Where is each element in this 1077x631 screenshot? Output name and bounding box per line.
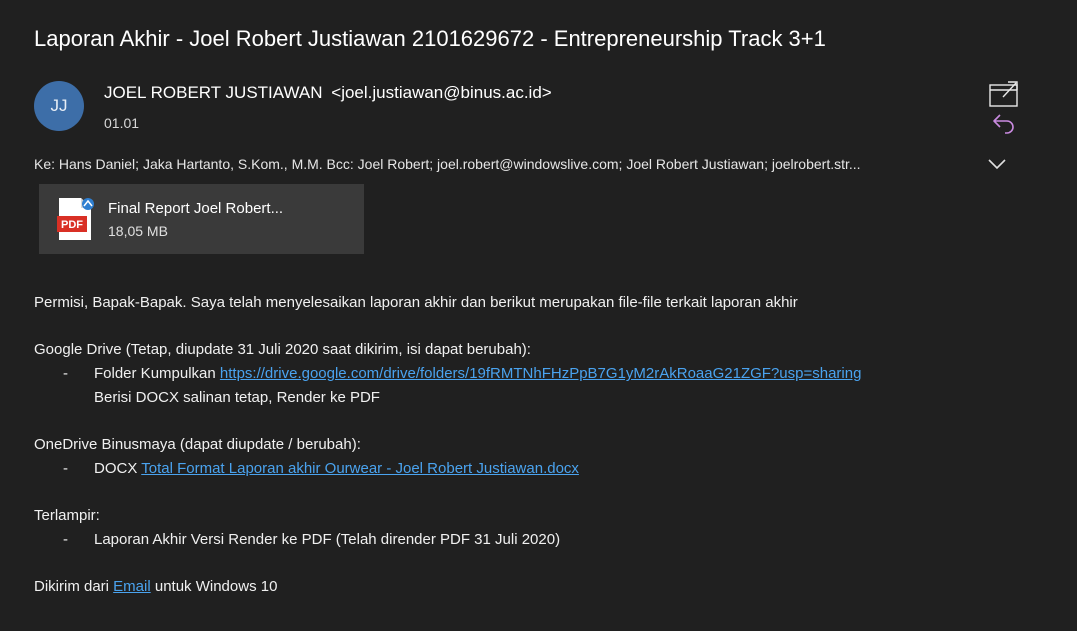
attachment-size: 18,05 MB [108,223,168,239]
bullet-dash: - [63,459,68,477]
sent-time: 01.01 [104,115,140,131]
pdf-file-icon: PDF [57,198,94,240]
gdrive-item-prefix: Folder Kumpulkan [94,365,220,383]
popout-icon [989,81,1018,107]
attached-item-text: Laporan Akhir Versi Render ke PDF (Telah… [94,530,561,548]
reply-icon [993,114,1014,134]
footer-prefix: Dikirim dari [34,578,114,596]
footer-suffix: untuk Windows 10 [150,578,278,596]
recipients-line: Ke: Hans Daniel; Jaka Hartanto, S.Kom., … [34,156,861,172]
gdrive-heading: Google Drive (Tetap, diupdate 31 Juli 20… [34,341,531,359]
gdrive-folder-link[interactable]: https://drive.google.com/drive/folders/1… [220,365,862,382]
sender-name: JOEL ROBERT JUSTIAWAN [104,83,323,102]
signature-line: Dikirim dari Email untuk Windows 10 [34,575,1054,599]
avatar[interactable]: JJ [34,81,84,131]
attached-heading: Terlampir: [34,507,100,525]
expand-recipients-button[interactable] [986,156,1008,172]
onedrive-item-prefix: DOCX [94,459,142,477]
pdf-badge-text: PDF [61,219,83,231]
chevron-down-icon [988,159,1006,170]
avatar-initials: JJ [50,96,68,115]
onedrive-docx-link[interactable]: Total Format Laporan akhir Ourwear - Joe… [141,460,579,477]
bullet-dash: - [63,365,68,383]
email-app-link[interactable]: Email [113,578,151,595]
popout-button[interactable] [988,80,1020,108]
gdrive-list-item: - Folder Kumpulkan https://drive.google.c… [34,362,1054,386]
email-body: Permisi, Bapak-Bapak. Saya telah menyele… [34,291,1054,599]
attached-list-item: - Laporan Akhir Versi Render ke PDF (Tela… [34,528,1054,552]
attachment-name: Final Report Joel Robert... [108,200,284,217]
body-intro: Permisi, Bapak-Bapak. Saya telah menyele… [34,294,798,311]
sender-email: <joel.justiawan@binus.ac.id> [331,83,552,102]
onedrive-heading: OneDrive Binusmaya (dapat diupdate / ber… [34,436,361,454]
gdrive-note: Berisi DOCX salinan tetap, Render ke PDF [94,388,380,406]
attachment-card[interactable]: PDF Final Report Joel Robert... 18,05 MB [39,184,364,254]
email-reading-pane: Laporan Akhir - Joel Robert Justiawan 21… [0,0,1077,631]
sender-line[interactable]: JOEL ROBERT JUSTIAWAN <joel.justiawan@bi… [104,83,552,103]
email-subject: Laporan Akhir - Joel Robert Justiawan 21… [34,26,826,51]
bullet-dash: - [63,530,68,548]
onedrive-list-item: - DOCX Total Format Laporan akhir Ourwear… [34,457,1054,481]
reply-button[interactable] [992,112,1016,134]
